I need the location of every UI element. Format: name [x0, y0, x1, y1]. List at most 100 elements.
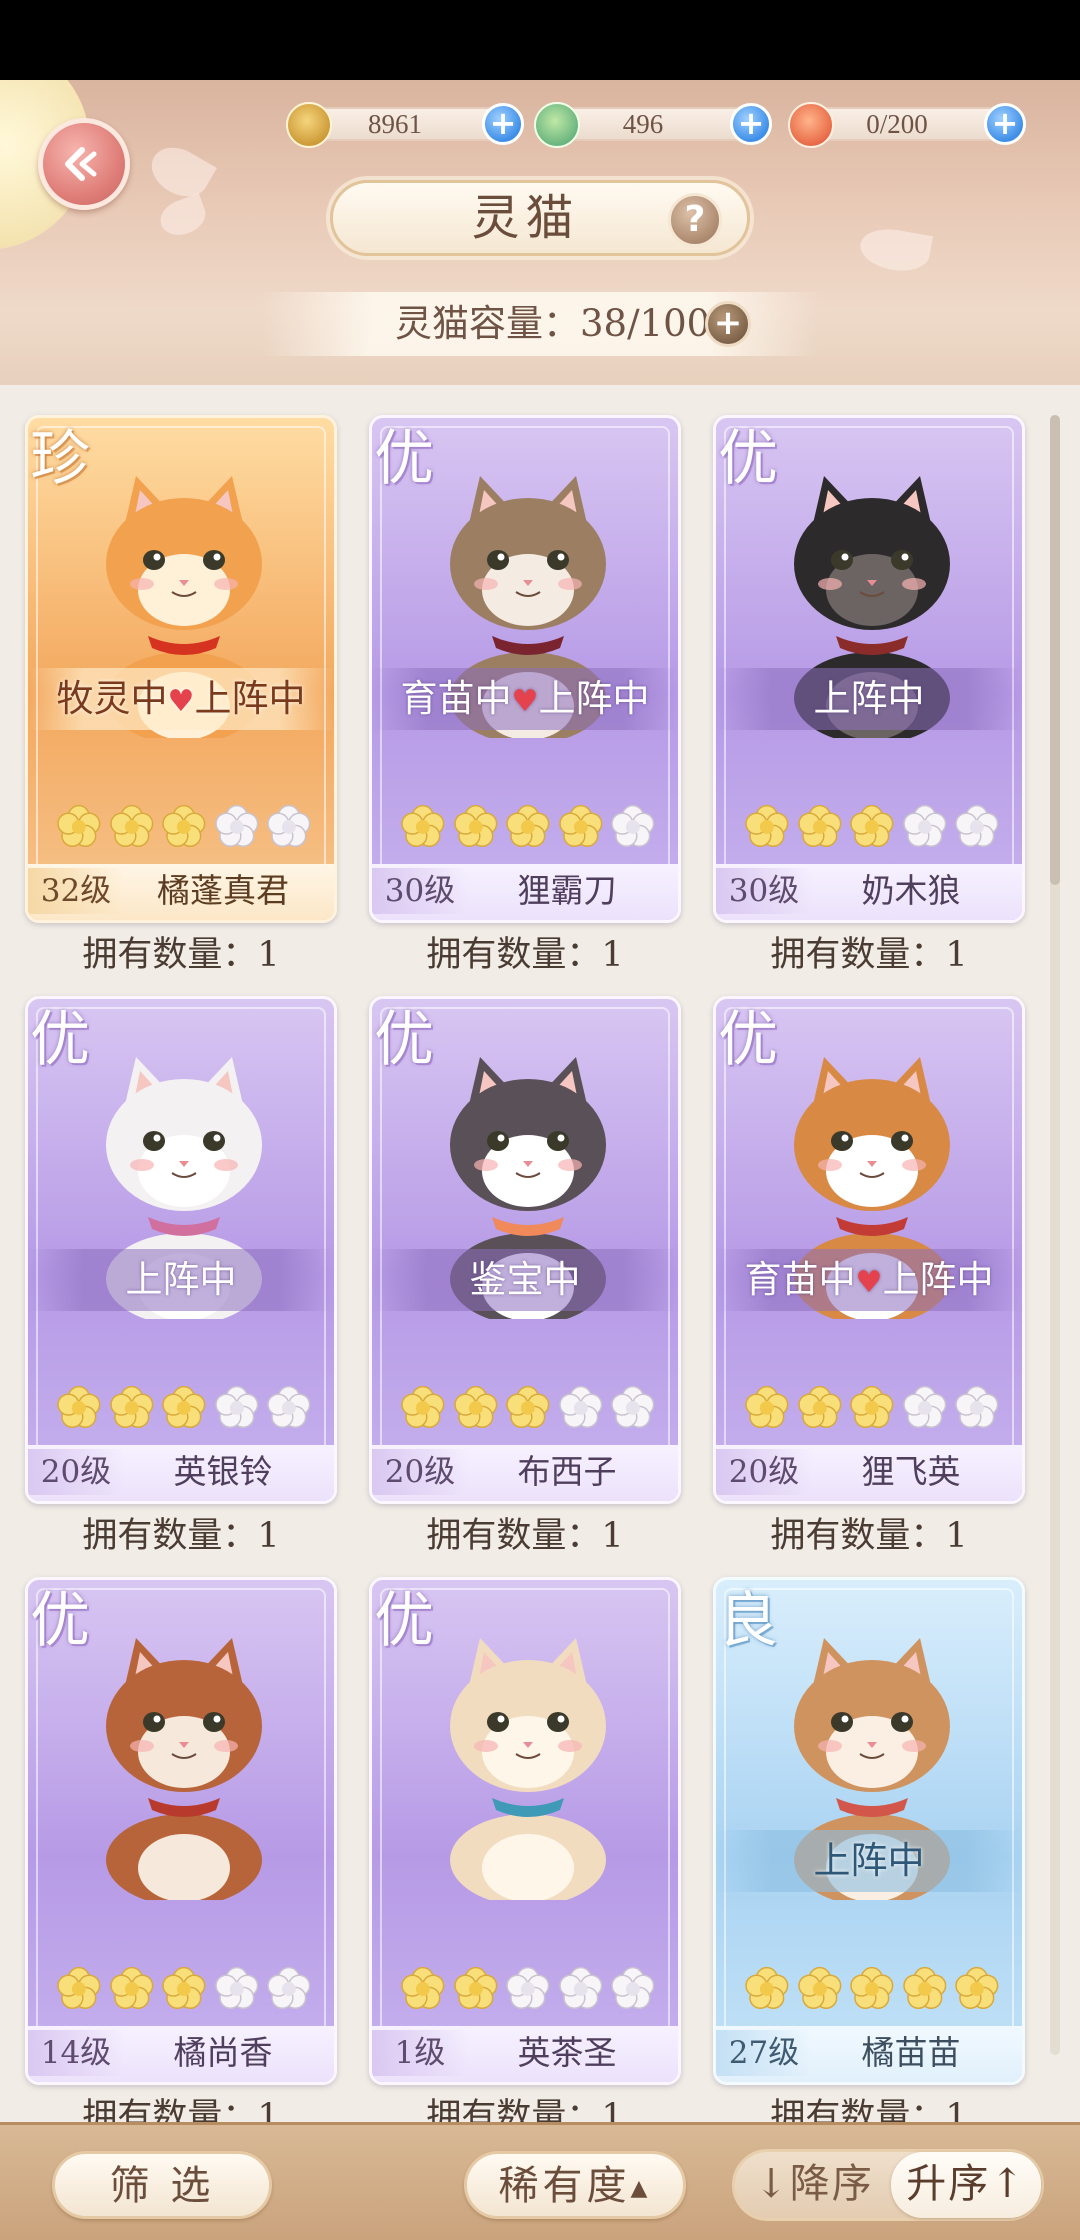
- level-label: 20级: [28, 1449, 124, 1495]
- cat-name: 布西子: [517, 1452, 617, 1491]
- filter-button[interactable]: 筛 选: [52, 2151, 272, 2219]
- cat-card[interactable]: 优 14级 橘尚香: [25, 1577, 337, 2085]
- name-bar: 20级 英银铃: [28, 1445, 334, 1501]
- star-rating: [54, 1382, 314, 1434]
- star-filled-icon: [162, 1385, 206, 1428]
- star-filled-icon: [401, 804, 445, 847]
- status-text: 上阵中: [125, 1258, 237, 1301]
- heart-icon: ♥: [167, 684, 195, 719]
- scrollbar[interactable]: [1050, 415, 1060, 2055]
- status-banner: 牧灵中♥上阵中: [28, 668, 334, 730]
- status-text: 上阵中: [538, 677, 650, 720]
- star-empty-icon: [267, 1385, 311, 1428]
- cat-card[interactable]: 优鉴宝中 20级 布西子: [369, 996, 681, 1504]
- status-text: 鉴宝中: [469, 1258, 581, 1301]
- name-bar: 1级 英茶圣: [372, 2026, 678, 2082]
- jade-bird-icon: [534, 102, 580, 148]
- name-bar: 30级 狸霸刀: [372, 864, 678, 920]
- star-empty-icon: [506, 1966, 550, 2009]
- star-filled-icon: [903, 1966, 947, 2009]
- star-filled-icon: [797, 1966, 841, 2009]
- scrollbar-thumb[interactable]: [1050, 415, 1060, 885]
- star-filled-icon: [850, 1966, 894, 2009]
- cat-name: 英银铃: [173, 1452, 273, 1491]
- status-banner: 上阵中: [716, 1830, 1022, 1892]
- star-empty-icon: [611, 1385, 655, 1428]
- star-filled-icon: [955, 1966, 999, 2009]
- add-jade-bird-button[interactable]: +: [730, 103, 772, 145]
- resource-value: 8961: [368, 109, 422, 139]
- level-label: 1级: [372, 2030, 468, 2076]
- cat-card-grid[interactable]: 珍牧灵中♥上阵中 32级 橘蓬真君 拥有数量：1 优育苗中♥上阵中 30级 狸霸刀 拥有数量…: [0, 385, 1080, 2122]
- star-filled-icon: [401, 1966, 445, 2009]
- rarity-badge: 良: [718, 1586, 778, 1656]
- cat-card[interactable]: 优上阵中 20级 英银铃: [25, 996, 337, 1504]
- owned-count: 拥有数量：1: [426, 935, 624, 975]
- heart-icon: ♥: [855, 1265, 883, 1300]
- sort-field-button[interactable]: 稀有度▲: [464, 2151, 686, 2219]
- star-filled-icon: [745, 804, 789, 847]
- star-filled-icon: [162, 804, 206, 847]
- page-title: 灵猫: [471, 190, 580, 246]
- capacity-label: 灵猫容量：38/100: [395, 302, 711, 345]
- cat-name: 英茶圣: [517, 2033, 617, 2072]
- star-filled-icon: [453, 1385, 497, 1428]
- cat-card[interactable]: 优育苗中♥上阵中 30级 狸霸刀: [369, 415, 681, 923]
- status-text: 上阵中: [813, 677, 925, 720]
- status-text: 上阵中: [882, 1258, 994, 1301]
- star-empty-icon: [215, 804, 259, 847]
- food-bowl-icon: [788, 102, 834, 148]
- name-bar: 20级 狸飞英: [716, 1445, 1022, 1501]
- owned-count: 拥有数量：1: [82, 935, 280, 975]
- cat-card[interactable]: 优上阵中 30级 奶木狼: [713, 415, 1025, 923]
- star-rating: [54, 801, 314, 853]
- status-banner: 鉴宝中: [372, 1249, 678, 1311]
- name-bar: 20级 布西子: [372, 1445, 678, 1501]
- cat-collection-screen: 8961 + 496 + 0/200 + 灵猫 ? 灵猫容量：38/100 +: [0, 0, 1080, 2240]
- level-label: 20级: [716, 1449, 812, 1495]
- name-bar: 27级 橘苗苗: [716, 2026, 1022, 2082]
- level-label: 14级: [28, 2030, 124, 2076]
- cat-card[interactable]: 优 1级 英茶圣: [369, 1577, 681, 2085]
- back-button[interactable]: [38, 118, 130, 210]
- star-filled-icon: [453, 1966, 497, 2009]
- sort-field-label: 稀有度: [498, 2163, 631, 2209]
- star-rating: [742, 1382, 1002, 1434]
- sort-desc-button[interactable]: ↓降序: [739, 2152, 889, 2218]
- owned-count: 拥有数量：1: [770, 1516, 968, 1556]
- cat-card[interactable]: 优育苗中♥上阵中 20级 狸飞英: [713, 996, 1025, 1504]
- rarity-badge: 优: [374, 424, 434, 494]
- star-filled-icon: [506, 1385, 550, 1428]
- cat-name: 狸飞英: [861, 1452, 961, 1491]
- star-rating: [742, 1963, 1002, 2015]
- star-filled-icon: [745, 1966, 789, 2009]
- rarity-badge: 优: [30, 1586, 90, 1656]
- capacity-banner: 灵猫容量：38/100 +: [260, 292, 820, 356]
- name-bar: 30级 奶木狼: [716, 864, 1022, 920]
- owned-count: 拥有数量：1: [82, 1516, 280, 1556]
- add-paw-coin-button[interactable]: +: [482, 103, 524, 145]
- sort-asc-button[interactable]: 升序↑: [891, 2152, 1041, 2218]
- status-text: 上阵中: [813, 1839, 925, 1882]
- sort-order-toggle: ↓降序 升序↑: [732, 2149, 1044, 2221]
- expand-capacity-button[interactable]: +: [705, 301, 751, 347]
- star-filled-icon: [797, 1385, 841, 1428]
- resource-jade-bird: 496 +: [534, 102, 774, 148]
- add-food-button[interactable]: +: [984, 103, 1026, 145]
- status-banner: 育苗中♥上阵中: [372, 668, 678, 730]
- resource-value: 496: [622, 109, 664, 139]
- star-filled-icon: [109, 1385, 153, 1428]
- owned-count: 拥有数量：1: [426, 2097, 624, 2122]
- rarity-badge: 优: [718, 424, 778, 494]
- cat-name: 橘苗苗: [861, 2033, 961, 2072]
- heart-icon: ♥: [511, 684, 539, 719]
- cat-card[interactable]: 珍牧灵中♥上阵中 32级 橘蓬真君: [25, 415, 337, 923]
- help-button[interactable]: ?: [668, 193, 722, 247]
- star-filled-icon: [109, 804, 153, 847]
- cat-card[interactable]: 良上阵中 27级 橘苗苗: [713, 1577, 1025, 2085]
- star-filled-icon: [559, 804, 603, 847]
- status-banner: 上阵中: [716, 668, 1022, 730]
- resource-paw-coin: 8961 +: [286, 102, 526, 148]
- star-empty-icon: [903, 1385, 947, 1428]
- star-empty-icon: [267, 804, 311, 847]
